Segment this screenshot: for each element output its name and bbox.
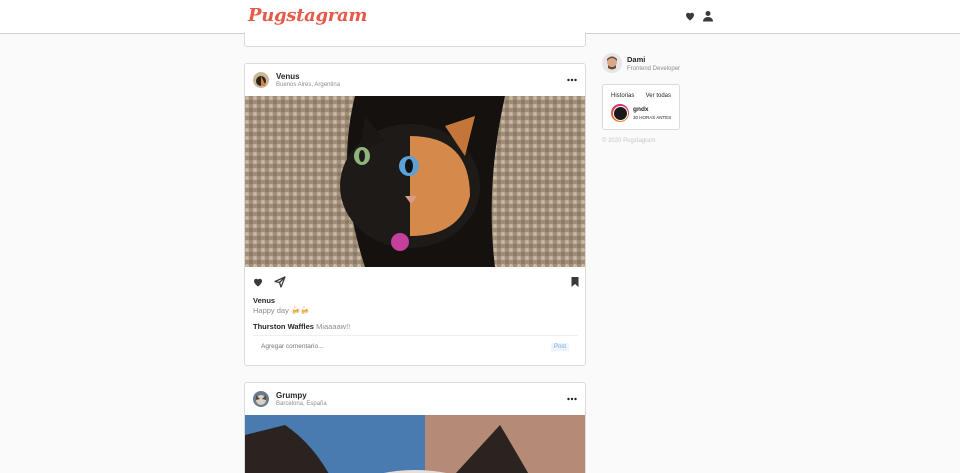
post-card: Venus Buenos Aires, Argentina Venus Happ… xyxy=(244,63,586,366)
comment-username[interactable]: Thurston Waffles xyxy=(253,322,314,331)
post-username[interactable]: Grumpy xyxy=(276,391,307,400)
profile-avatar[interactable] xyxy=(602,53,622,73)
send-icon[interactable] xyxy=(274,276,286,288)
comment-input[interactable] xyxy=(261,343,541,350)
stories-title: Historias xyxy=(611,93,635,99)
caption-username[interactable]: Venus xyxy=(253,296,275,305)
copyright: © 2020 Pugstagram xyxy=(602,138,656,144)
story-username[interactable]: gndx xyxy=(633,106,649,113)
post-avatar[interactable] xyxy=(253,72,269,88)
post-username[interactable]: Venus xyxy=(276,72,300,81)
post-photo[interactable] xyxy=(245,96,586,267)
comment-text: Miaaaaw!! xyxy=(316,322,351,331)
post-avatar[interactable] xyxy=(253,391,269,407)
user-icon[interactable] xyxy=(702,10,714,22)
profile-name[interactable]: Dami xyxy=(627,55,645,64)
heart-icon[interactable] xyxy=(684,10,696,22)
post-location: Barcelona, España xyxy=(276,401,327,407)
story-time: 30 HORAS ANTES xyxy=(633,115,672,120)
like-heart-icon[interactable] xyxy=(252,276,264,288)
see-all-stories-link[interactable]: Ver todas xyxy=(646,93,671,99)
more-options-icon[interactable] xyxy=(567,397,577,401)
bookmark-icon[interactable] xyxy=(569,276,581,288)
stories-panel: Historias Ver todas gndx 30 HORAS ANTES xyxy=(602,84,680,130)
previous-post-card xyxy=(244,32,586,47)
post-photo[interactable] xyxy=(245,415,586,473)
post-header: Venus Buenos Aires, Argentina xyxy=(245,64,585,96)
more-options-icon[interactable] xyxy=(567,78,577,82)
comment: Thurston Waffles Miaaaaw!! xyxy=(253,322,350,331)
story-avatar[interactable] xyxy=(611,104,629,122)
post-comment-button[interactable]: Post xyxy=(550,343,569,351)
post-location: Buenos Aires, Argentina xyxy=(276,82,341,88)
profile-role: Frontend Developer xyxy=(627,66,681,72)
post-card: Grumpy Barcelona, España xyxy=(244,382,586,473)
top-navbar: Pugstagram xyxy=(0,0,960,34)
caption-text: Happy day 🍻🍻 xyxy=(253,306,310,315)
comment-divider xyxy=(253,335,578,336)
post-header: Grumpy Barcelona, España xyxy=(245,383,585,415)
app-logo[interactable]: Pugstagram xyxy=(248,5,367,26)
